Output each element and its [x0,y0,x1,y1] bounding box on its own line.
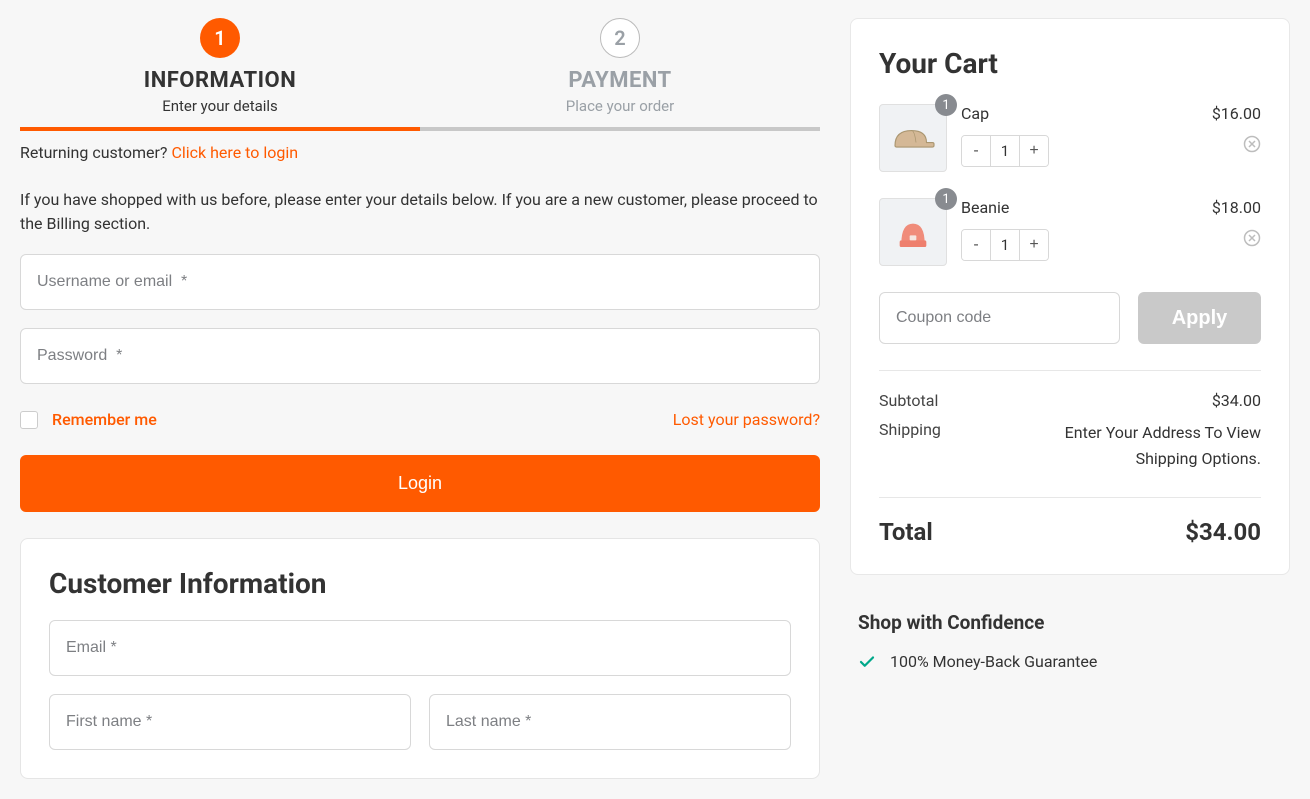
checkout-steps: 1 INFORMATION Enter your details 2 PAYME… [20,18,820,115]
username-input[interactable] [20,254,820,310]
password-input[interactable] [20,328,820,384]
last-name-field[interactable] [429,694,791,750]
qty-decrease-button[interactable]: - [962,136,990,166]
step-subtitle: Place your order [420,97,820,115]
cart-item: 1 Beanie - 1 + $18.00 [879,198,1261,266]
coupon-input[interactable] [879,292,1120,344]
qty-badge: 1 [935,94,957,116]
login-button[interactable]: Login [20,455,820,512]
qty-increase-button[interactable]: + [1020,230,1048,260]
returning-customer: Returning customer? Click here to login [20,143,820,162]
returning-prefix: Returning customer? [20,143,171,162]
step-title: PAYMENT [420,68,820,93]
step-information[interactable]: 1 INFORMATION Enter your details [20,18,420,115]
divider [879,370,1261,371]
quantity-stepper: - 1 + [961,229,1049,261]
apply-coupon-button[interactable]: Apply [1138,292,1261,344]
check-icon [858,653,876,671]
remove-item-icon[interactable] [1243,135,1261,153]
step-payment[interactable]: 2 PAYMENT Place your order [420,18,820,115]
product-thumb [879,198,947,266]
confidence-text: 100% Money-Back Guarantee [890,652,1097,671]
progress-bar [20,127,820,131]
total-value: $34.00 [1185,518,1261,546]
quantity-stepper: - 1 + [961,135,1049,167]
remember-me[interactable]: Remember me [20,410,157,429]
cap-icon [889,114,937,162]
subtotal-label: Subtotal [879,391,938,410]
shipping-label: Shipping [879,420,941,471]
email-field[interactable] [49,620,791,676]
shipping-value: Enter Your Address To View Shipping Opti… [1032,420,1261,471]
cart-card: Your Cart 1 Cap - 1 [850,18,1290,575]
total-label: Total [879,518,933,546]
customer-info-card: Customer Information [20,538,820,779]
subtotal-value: $34.00 [1212,391,1261,410]
customer-info-heading: Customer Information [49,567,791,600]
cart-heading: Your Cart [879,47,1261,80]
qty-value: 1 [990,230,1020,260]
step-title: INFORMATION [20,68,420,93]
shop-confidence: Shop with Confidence 100% Money-Back Gua… [850,611,1290,671]
qty-badge: 1 [935,188,957,210]
beanie-icon [893,212,933,252]
remember-label[interactable]: Remember me [52,410,157,429]
confidence-item: 100% Money-Back Guarantee [858,652,1282,671]
first-name-field[interactable] [49,694,411,750]
cart-item: 1 Cap - 1 + $16.00 [879,104,1261,172]
login-instructions: If you have shopped with us before, plea… [20,188,820,236]
remove-item-icon[interactable] [1243,229,1261,247]
login-toggle-link[interactable]: Click here to login [171,143,298,162]
qty-value: 1 [990,136,1020,166]
lost-password-link[interactable]: Lost your password? [673,410,820,429]
step-number: 1 [200,18,240,58]
item-price: $18.00 [1212,198,1261,217]
divider [879,497,1261,498]
step-number: 2 [600,18,640,58]
qty-decrease-button[interactable]: - [962,230,990,260]
remember-checkbox[interactable] [20,411,38,429]
item-name: Beanie [961,198,1198,217]
item-price: $16.00 [1212,104,1261,123]
step-subtitle: Enter your details [20,97,420,115]
qty-increase-button[interactable]: + [1020,136,1048,166]
item-name: Cap [961,104,1198,123]
product-thumb [879,104,947,172]
confidence-heading: Shop with Confidence [858,611,1282,634]
